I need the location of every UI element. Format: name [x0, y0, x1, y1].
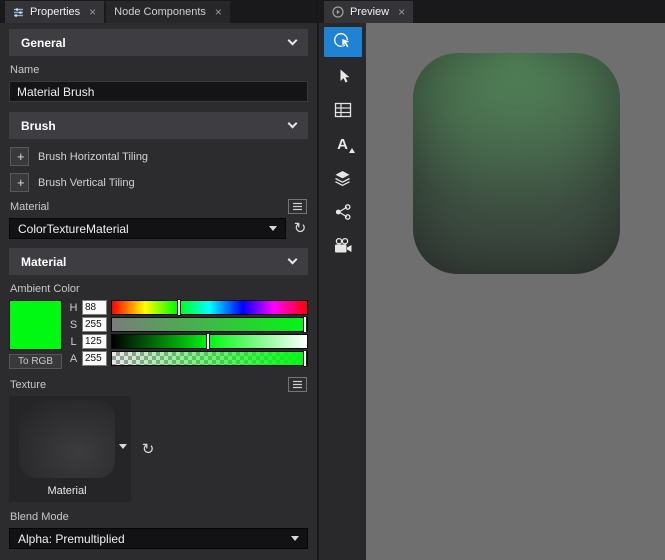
section-header-brush[interactable]: Brush [9, 112, 308, 139]
layers-tool-button[interactable] [324, 163, 362, 193]
texture-thumbnail[interactable] [19, 400, 115, 478]
channel-key: L [69, 336, 78, 348]
reset-icon[interactable]: ↻ [292, 221, 308, 236]
camera-icon [333, 237, 353, 255]
lightness-value-input[interactable] [82, 334, 107, 349]
table-tool-button[interactable] [324, 95, 362, 125]
chevron-down-icon [288, 119, 298, 129]
text-tool-icon: A [337, 136, 348, 153]
caret-icon [349, 148, 355, 153]
properties-icon [13, 7, 24, 18]
hue-value-input[interactable] [82, 300, 107, 315]
name-input[interactable] [9, 81, 308, 102]
interact-cursor-icon [333, 32, 353, 52]
interact-tool-button[interactable] [324, 27, 362, 57]
section-title: Brush [21, 119, 56, 133]
chevron-down-icon[interactable] [119, 444, 127, 449]
application-window: Properties × Node Components × General N… [0, 0, 665, 560]
slider-marker[interactable] [304, 351, 306, 366]
section-title: Material [21, 255, 66, 269]
tab-node-components-label: Node Components [114, 6, 206, 18]
material-dropdown-row: ColorTextureMaterial ↻ [9, 218, 308, 239]
node-graph-icon [334, 203, 352, 221]
tab-properties[interactable]: Properties × [5, 1, 104, 23]
arrow-cursor-icon [334, 67, 352, 85]
chevron-down-icon [288, 36, 298, 46]
material-label-row: Material [10, 199, 307, 214]
blend-mode-value: Alpha: Premultiplied [18, 532, 125, 546]
texture-preview-box[interactable]: Material [9, 396, 131, 502]
saturation-slider[interactable] [111, 317, 308, 332]
properties-panel: General Name Brush + Brush Horizontal Ti… [0, 23, 317, 560]
right-tabbar: Preview × [319, 0, 665, 23]
lightness-channel-row: L [69, 334, 308, 349]
brush-horizontal-tiling-row: + Brush Horizontal Tiling [10, 147, 308, 166]
preview-toolbar: A [319, 23, 366, 560]
section-header-general[interactable]: General [9, 29, 308, 56]
lightness-slider[interactable] [111, 334, 308, 349]
alpha-slider[interactable] [111, 351, 308, 366]
add-property-button[interactable]: + [10, 173, 29, 192]
close-icon[interactable]: × [215, 6, 222, 18]
color-swatch[interactable] [9, 300, 62, 350]
alpha-channel-row: A [69, 351, 308, 366]
saturation-channel-row: S [69, 317, 308, 332]
tab-preview[interactable]: Preview × [324, 1, 413, 23]
texture-label-row: Texture [10, 377, 307, 392]
add-property-button[interactable]: + [10, 147, 29, 166]
preview-viewport[interactable] [366, 23, 665, 560]
tab-properties-label: Properties [30, 6, 80, 18]
chevron-down-icon [291, 536, 299, 541]
text-tool-button[interactable]: A [324, 129, 362, 159]
property-label: Brush Vertical Tiling [38, 177, 135, 189]
brush-vertical-tiling-row: + Brush Vertical Tiling [10, 173, 308, 192]
slider-marker[interactable] [304, 317, 306, 332]
section-title: General [21, 36, 66, 50]
saturation-value-input[interactable] [82, 317, 107, 332]
layers-icon [333, 169, 352, 187]
select-tool-button[interactable] [324, 61, 362, 91]
channel-key: A [69, 353, 78, 365]
play-circle-icon [332, 6, 344, 18]
edit-material-button[interactable] [288, 199, 307, 214]
preview-pane: Preview × [319, 0, 665, 560]
slider-marker[interactable] [207, 334, 209, 349]
hue-slider[interactable] [111, 300, 308, 315]
property-label: Brush Horizontal Tiling [38, 151, 148, 163]
ambient-color-label: Ambient Color [10, 283, 308, 295]
name-label: Name [10, 64, 308, 76]
reset-icon[interactable]: ↻ [140, 442, 156, 457]
texture-label: Texture [10, 379, 46, 391]
close-icon[interactable]: × [89, 6, 96, 18]
chevron-down-icon [269, 226, 277, 231]
material-label: Material [10, 201, 49, 213]
connections-tool-button[interactable] [324, 197, 362, 227]
close-icon[interactable]: × [398, 6, 405, 18]
blend-mode-dropdown[interactable]: Alpha: Premultiplied [9, 528, 308, 549]
channel-key: S [69, 319, 78, 331]
material-brush-preview [413, 53, 620, 274]
color-editor: To RGB H S L [9, 300, 308, 369]
material-dropdown-value: ColorTextureMaterial [18, 222, 129, 236]
camera-tool-button[interactable] [324, 231, 362, 261]
channel-key: H [69, 302, 78, 314]
alpha-value-input[interactable] [82, 351, 107, 366]
table-icon [334, 102, 352, 118]
blend-mode-label: Blend Mode [10, 511, 308, 523]
left-tabbar: Properties × Node Components × [0, 0, 317, 23]
tab-node-components[interactable]: Node Components × [106, 1, 230, 23]
texture-caption: Material [47, 485, 86, 497]
edit-texture-button[interactable] [288, 377, 307, 392]
material-dropdown[interactable]: ColorTextureMaterial [9, 218, 286, 239]
hue-channel-row: H [69, 300, 308, 315]
to-rgb-button[interactable]: To RGB [9, 354, 62, 369]
slider-marker[interactable] [178, 300, 180, 315]
texture-row: Material ↻ [9, 396, 308, 502]
section-header-material[interactable]: Material [9, 248, 308, 275]
chevron-down-icon [288, 255, 298, 265]
tab-preview-label: Preview [350, 6, 389, 18]
properties-pane: Properties × Node Components × General N… [0, 0, 318, 560]
